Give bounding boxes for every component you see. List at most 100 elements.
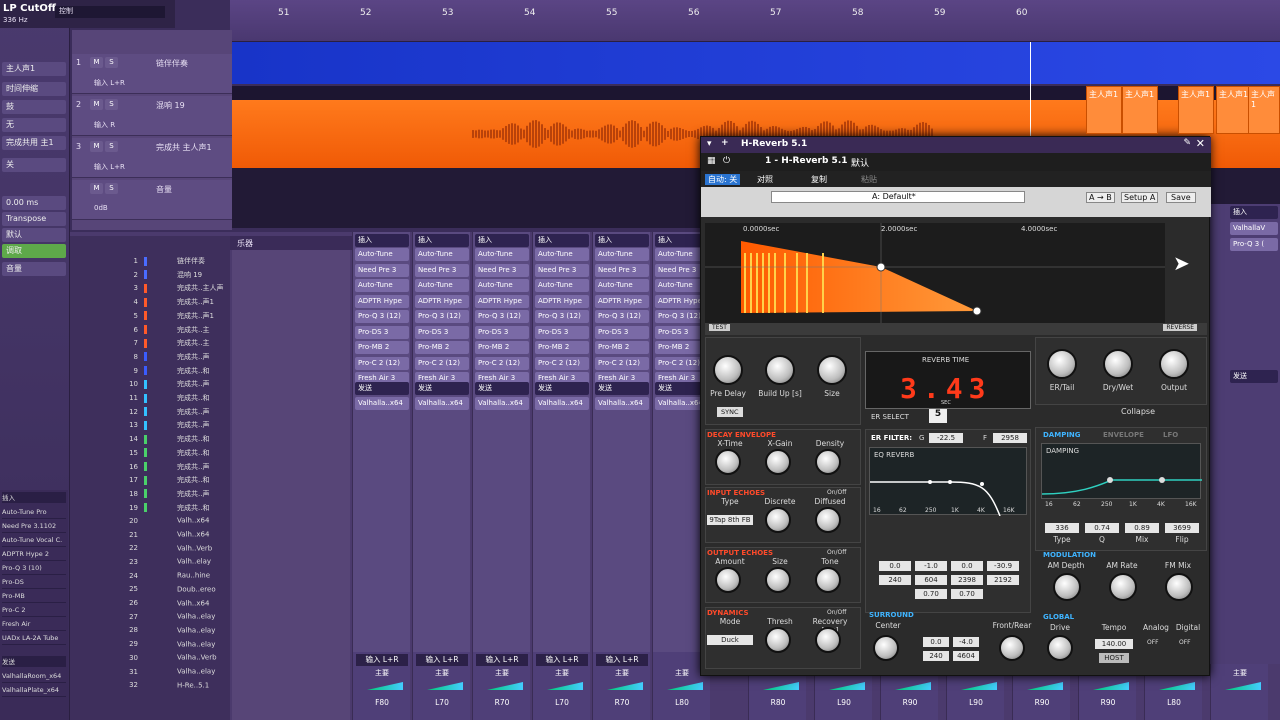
strip-insert-slot[interactable]: Need Pre 3 — [415, 263, 469, 277]
volume-meter[interactable] — [1159, 682, 1195, 690]
volume-meter[interactable] — [1225, 682, 1261, 690]
strip-insert-slot[interactable]: Pro-MB 2 — [595, 341, 649, 354]
mix-2-knob[interactable] — [1159, 349, 1189, 379]
strip-insert-slot[interactable]: Pro-Q 3 (12) — [475, 310, 529, 323]
pan-value[interactable]: R70 — [596, 698, 648, 708]
tab-damping[interactable]: DAMPING — [1043, 431, 1081, 439]
solo-button[interactable]: S — [105, 99, 118, 110]
strip-insert-slot[interactable]: Auto-Tune — [415, 248, 469, 261]
strip-insert-slot[interactable]: Auto-Tune — [475, 279, 529, 292]
strip-insert-slot[interactable]: Pro-Q 3 (12) — [595, 310, 649, 323]
strip-insert-slot[interactable]: Auto-Tune — [535, 279, 589, 292]
inspector-row[interactable]: 关 — [2, 158, 66, 172]
decay-knob[interactable] — [765, 449, 791, 475]
inspector-row[interactable]: 主人声1 — [2, 62, 66, 76]
insert-slot[interactable]: Need Pre 3.1102 — [2, 522, 66, 533]
strip-insert-slot[interactable]: Auto-Tune — [415, 279, 469, 292]
strip-insert-slot[interactable]: Need Pre 3 — [595, 263, 649, 277]
strip-insert-slot[interactable]: Pro-DS 3 — [595, 325, 649, 339]
surround-value[interactable]: 4604 — [953, 651, 979, 661]
strip-insert-slot[interactable]: Pro-C 2 (12) — [535, 356, 589, 370]
analog-off-toggle[interactable]: OFF — [1147, 639, 1159, 646]
eq-gain-value[interactable]: 0.0 — [879, 561, 911, 571]
strip-insert-slot[interactable]: Pro-DS 3 — [355, 325, 409, 339]
setup-button[interactable]: Setup A — [1121, 192, 1159, 203]
pan-value[interactable]: L70 — [416, 698, 468, 708]
timeline-ruler[interactable]: 51 52 53 54 55 56 57 58 59 60 — [230, 0, 1280, 42]
strip-insert-slot[interactable]: Auto-Tune — [595, 279, 649, 292]
channel-fader-strip[interactable]: 输入 L+R 主要 F80 — [352, 652, 410, 720]
pan-value[interactable] — [1214, 698, 1266, 708]
fader-mode[interactable]: 主要 — [596, 668, 648, 678]
pan-value[interactable]: L80 — [1148, 698, 1200, 708]
volume-meter[interactable] — [667, 682, 703, 690]
fader-mode[interactable]: 主要 — [356, 668, 408, 678]
volume-meter[interactable] — [829, 682, 865, 690]
insert-slot[interactable]: ADPTR Hype 2 — [2, 550, 66, 561]
mix-0-knob[interactable] — [1047, 349, 1077, 379]
insert-slot[interactable]: Fresh Air — [2, 620, 66, 631]
fader-input[interactable]: 输入 L+R — [416, 654, 468, 666]
strip-insert-slot[interactable]: Need Pre 3 — [475, 263, 529, 277]
h-reverb-plugin-window[interactable]: ▾ + H-Reverb 5.1 ✎ ✕ ▦ ⏻ 1 - H-Reverb 5.… — [700, 136, 1211, 676]
collapse-button[interactable]: Collapse — [1121, 407, 1155, 416]
preset-dropdown[interactable]: 默认 — [851, 156, 869, 169]
output-echoes-knob[interactable] — [815, 567, 841, 593]
pan-value[interactable]: R90 — [1082, 698, 1134, 708]
mix-1-knob[interactable] — [1103, 349, 1133, 379]
volume-meter[interactable] — [1093, 682, 1129, 690]
fader-input[interactable]: 输入 L+R — [536, 654, 588, 666]
track-lane-1[interactable] — [232, 42, 1280, 84]
eq-q-value[interactable]: 0.70 — [951, 589, 983, 599]
strip-insert-slot[interactable]: Need Pre 3 — [355, 263, 409, 277]
zoom-bar[interactable]: TEST REVERSE — [705, 323, 1207, 335]
inspector-row[interactable]: 调取 — [2, 244, 66, 258]
insert-slot[interactable]: Pro-C 2 — [2, 606, 66, 617]
pan-value[interactable]: L90 — [818, 698, 870, 708]
decay-knob[interactable] — [815, 449, 841, 475]
strip-insert-slot[interactable]: Pro-DS 3 — [475, 325, 529, 339]
input-echoes-onoff[interactable]: On/Off — [827, 489, 846, 496]
insert-slot[interactable]: Auto-Tune Pro — [2, 508, 66, 519]
eq-freq-value[interactable]: 2192 — [987, 575, 1019, 585]
track-header[interactable]: 1 M S 链伴伴奏 输入 L+R — [72, 54, 232, 94]
strip-insert-slot[interactable]: Auto-Tune — [535, 248, 589, 261]
pan-value[interactable]: L80 — [656, 698, 708, 708]
dynamics-onoff[interactable]: On/Off — [827, 609, 846, 616]
insert-slot[interactable]: Pro-Q 3 (10) — [2, 564, 66, 575]
strip-insert-slot[interactable]: Pro-DS 3 — [415, 325, 469, 339]
insert-slot[interactable]: Pro-DS — [2, 578, 66, 589]
mute-button[interactable]: M — [90, 141, 103, 152]
strip-insert-slot[interactable]: ADPTR Hype — [595, 294, 649, 308]
eq-gain-value[interactable]: -1.0 — [915, 561, 947, 571]
test-button[interactable]: TEST — [709, 324, 730, 331]
strip-insert-slot[interactable]: Pro-Q 3 (12) — [535, 310, 589, 323]
output-echoes-knob[interactable] — [715, 567, 741, 593]
dynamics-type-select[interactable]: Duck — [707, 635, 753, 645]
strip-insert-slot[interactable]: Pro-MB 2 — [475, 341, 529, 354]
audio-clip[interactable]: 主人声1 — [1122, 86, 1158, 134]
center-knob[interactable] — [873, 635, 899, 661]
param-mode[interactable]: 控制 — [55, 6, 165, 18]
eq-freq-value[interactable]: 2398 — [951, 575, 983, 585]
pan-value[interactable]: R90 — [884, 698, 936, 708]
pan-value[interactable]: R80 — [752, 698, 804, 708]
tab-lfo[interactable]: LFO — [1163, 431, 1178, 439]
fader-mode[interactable]: 主要 — [536, 668, 588, 678]
decay-knob[interactable] — [715, 449, 741, 475]
strip-insert-slot[interactable]: ADPTR Hype — [475, 294, 529, 308]
strip-insert-slot[interactable]: Auto-Tune — [595, 248, 649, 261]
output-echoes-onoff[interactable]: On/Off — [827, 549, 846, 556]
track-header[interactable]: 2 M S 混响 19 输入 R — [72, 96, 232, 136]
dynamics-knob[interactable] — [765, 627, 791, 653]
strip-insert-slot[interactable]: Auto-Tune — [355, 248, 409, 261]
fader-input[interactable]: 输入 L+R — [476, 654, 528, 666]
channel-fader-strip[interactable]: 输入 L+R 主要 L70 — [412, 652, 470, 720]
volume-meter[interactable] — [427, 682, 463, 690]
mute-button[interactable]: M — [90, 99, 103, 110]
drive-knob[interactable] — [1047, 635, 1073, 661]
audio-clip[interactable]: 主人声1 — [1216, 86, 1252, 134]
strip-insert-slot[interactable]: Auto-Tune — [355, 279, 409, 292]
volume-meter[interactable] — [895, 682, 931, 690]
er-filter-g[interactable]: -22.5 — [929, 433, 963, 443]
